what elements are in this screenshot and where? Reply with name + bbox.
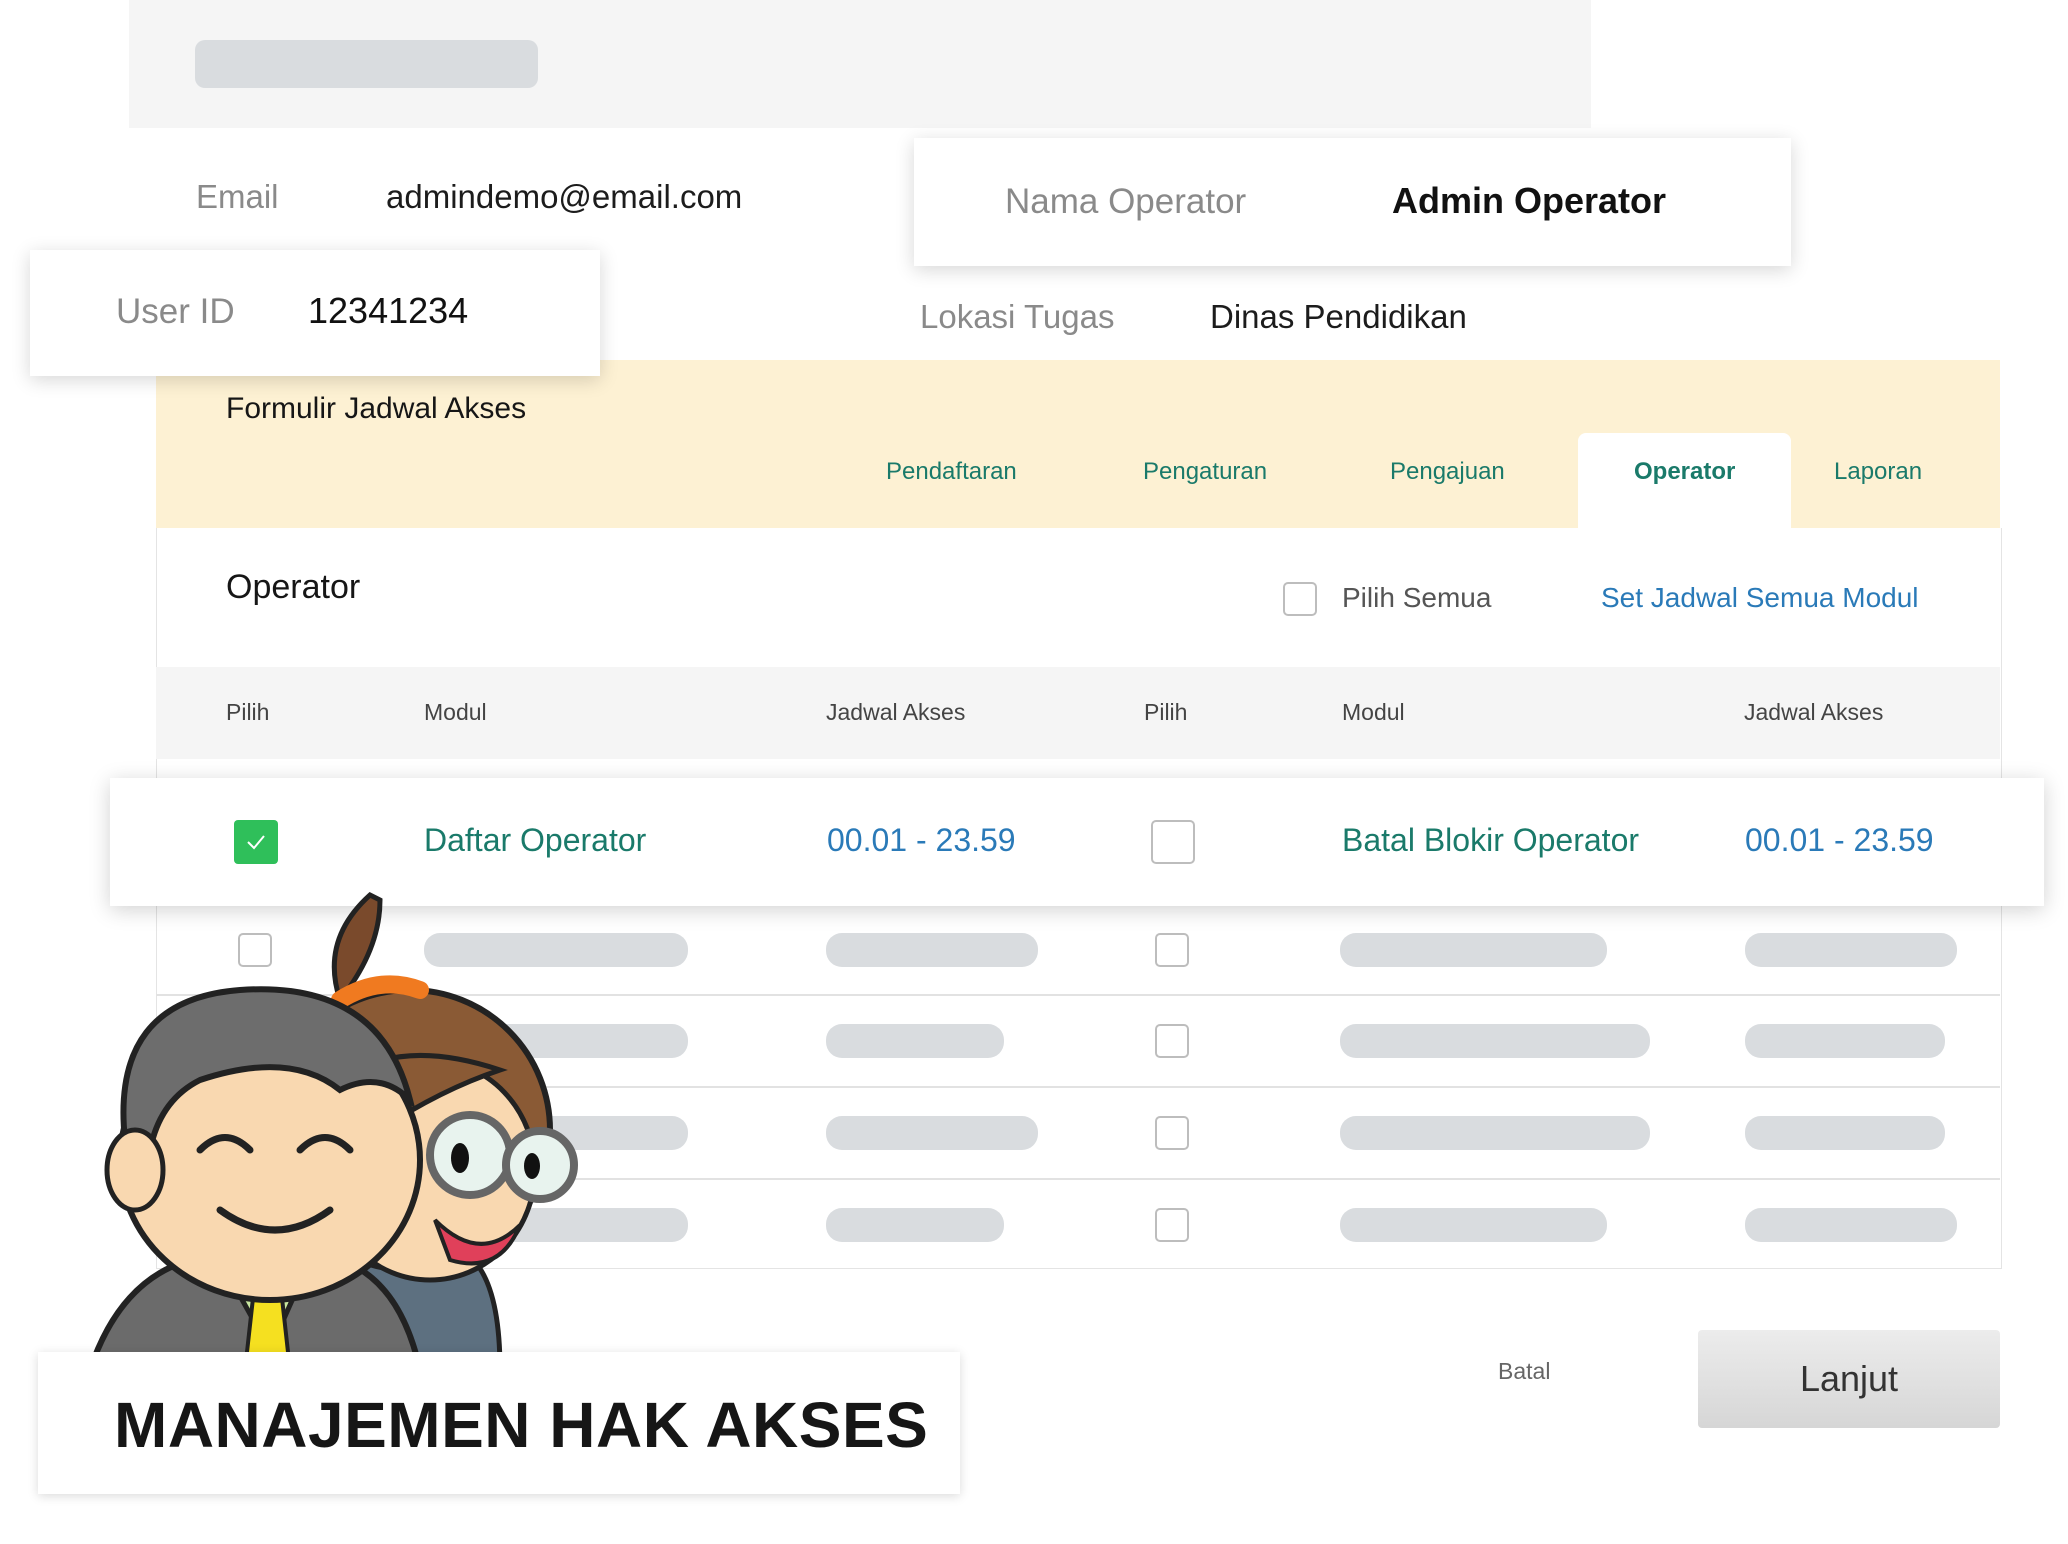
column-header-modul: Modul [424,699,487,725]
row-checkbox[interactable] [1155,1116,1189,1150]
row-checkbox[interactable] [1151,820,1195,864]
module-name[interactable]: Batal Blokir Operator [1342,822,1639,859]
row-checkbox[interactable] [1155,933,1189,967]
operator-name-label: Nama Operator [1005,182,1247,221]
schedule-placeholder [1745,1208,1957,1242]
tab-operator[interactable]: Operator [1634,458,1735,486]
user-id-label: User ID [116,292,235,331]
email-value: admindemo@email.com [386,178,743,215]
schedule-placeholder [826,1208,1004,1242]
module-placeholder [1340,1208,1607,1242]
man-character-icon [86,986,424,1370]
schedule-placeholder [826,933,1038,967]
module-placeholder [1340,933,1607,967]
column-header-pilih: Pilih [1144,699,1188,725]
user-id-value: 12341234 [308,290,469,331]
module-placeholder [1340,1116,1650,1150]
column-header-modul: Modul [1342,699,1405,725]
schedule-placeholder [1745,933,1957,967]
tab-pendaftaran[interactable]: Pendaftaran [886,458,1017,486]
row-checkbox-checked[interactable] [234,820,278,864]
email-label: Email [196,178,279,215]
select-all-checkbox[interactable] [1283,582,1317,616]
schedule-value[interactable]: 00.01 - 23.59 [1745,822,1934,859]
operator-name-card: Nama Operator Admin Operator [914,138,1791,266]
module-name[interactable]: Daftar Operator [424,822,646,859]
page-header [129,0,1591,128]
schedule-placeholder [826,1024,1004,1058]
tab-laporan[interactable]: Laporan [1834,458,1922,486]
header-placeholder-bar [195,40,538,88]
user-id-card: User ID 12341234 [30,250,600,376]
cancel-button[interactable]: Batal [1498,1358,1550,1385]
form-title: Formulir Jadwal Akses [226,392,527,425]
mascot-illustration [86,892,578,1370]
row-checkbox[interactable] [1155,1024,1189,1058]
column-header-jadwal-akses: Jadwal Akses [826,699,966,725]
next-button[interactable]: Lanjut [1698,1330,2000,1428]
location-label: Lokasi Tugas [920,298,1115,335]
tab-pengaturan[interactable]: Pengaturan [1143,458,1267,486]
schedule-value[interactable]: 00.01 - 23.59 [827,822,1016,859]
schedule-placeholder [826,1116,1038,1150]
schedule-placeholder [1745,1116,1945,1150]
select-all-label: Pilih Semua [1342,582,1492,613]
location-value: Dinas Pendidikan [1210,298,1467,335]
schedule-placeholder [1745,1024,1945,1058]
tab-pengajuan[interactable]: Pengajuan [1390,458,1505,486]
check-icon [247,835,265,850]
section-title: Operator [226,568,361,606]
set-all-schedule-link[interactable]: Set Jadwal Semua Modul [1601,582,1919,614]
banner-title: MANAJEMEN HAK AKSES [114,1389,929,1461]
column-header-jadwal-akses: Jadwal Akses [1744,699,1884,725]
feature-banner: MANAJEMEN HAK AKSES [38,1352,960,1494]
operator-name-value: Admin Operator [1392,180,1667,221]
module-placeholder [1340,1024,1650,1058]
column-header-pilih: Pilih [226,699,270,725]
row-checkbox[interactable] [1155,1208,1189,1242]
